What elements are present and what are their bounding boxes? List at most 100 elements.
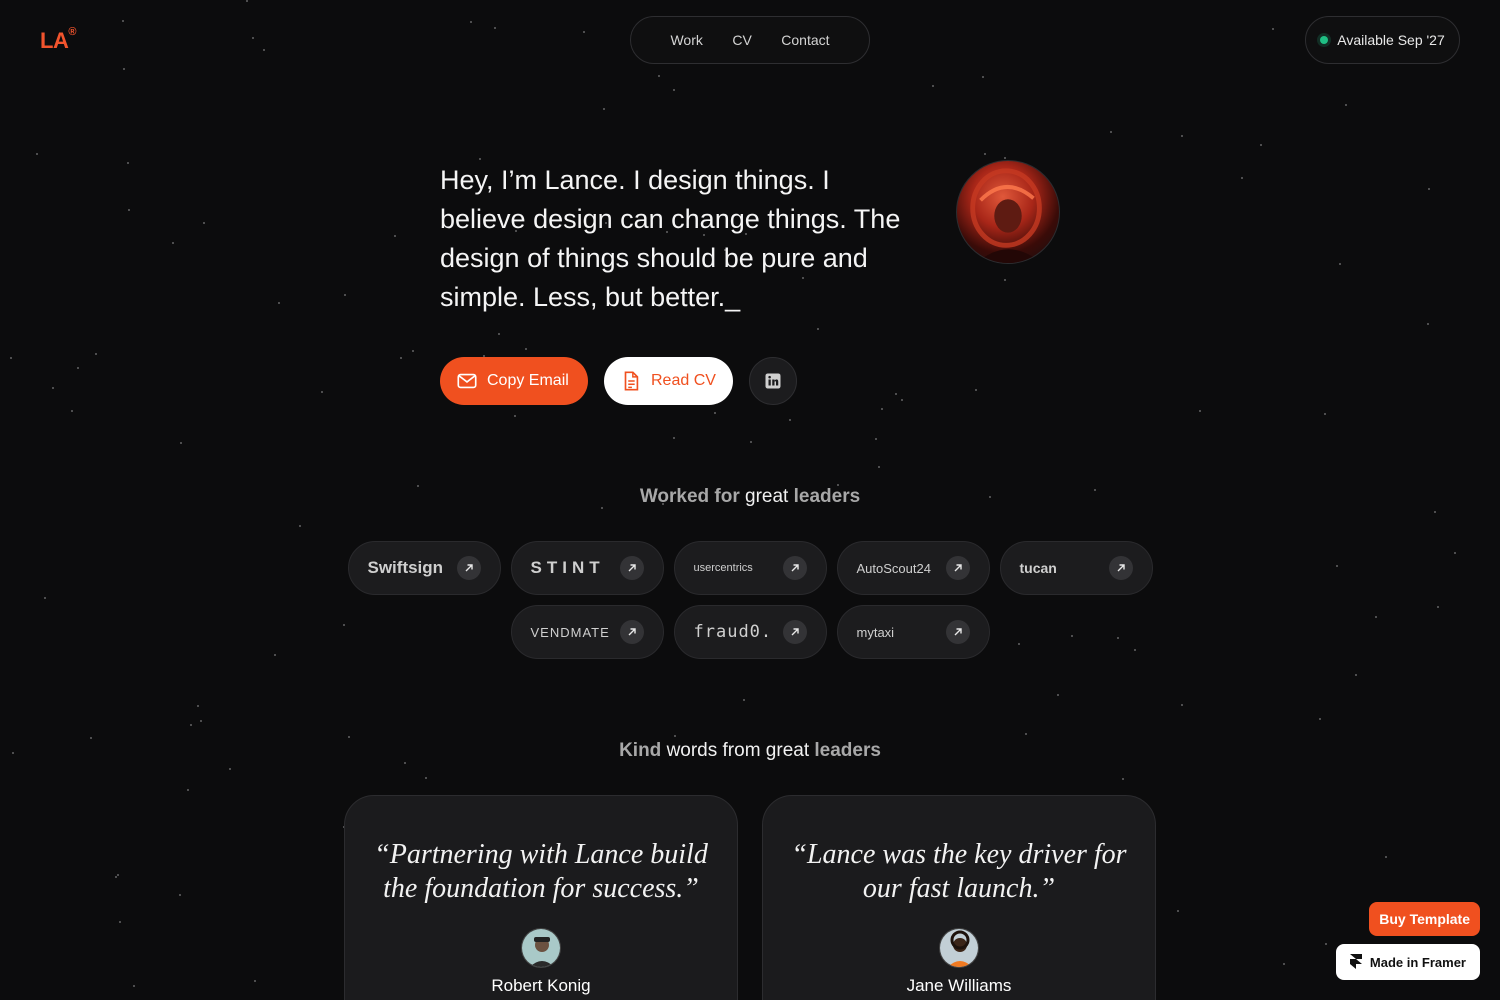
star-dot	[203, 222, 205, 224]
avatar	[521, 928, 561, 968]
star-dot	[789, 419, 791, 421]
star-dot	[229, 768, 231, 770]
status-dot-icon	[1320, 36, 1329, 44]
star-dot	[603, 108, 605, 110]
star-dot	[252, 37, 254, 39]
linkedin-button[interactable]	[749, 357, 797, 405]
site-logo[interactable]: LA®	[40, 26, 76, 54]
star-dot	[673, 89, 675, 91]
star-dot	[674, 735, 676, 737]
star-dot	[1122, 778, 1124, 780]
star-dot	[412, 350, 414, 352]
star-dot	[1004, 157, 1006, 159]
company-mytaxi[interactable]: mytaxi	[836, 605, 990, 659]
company-logos: Swiftsign STINT usercentrics AutoScout24…	[347, 541, 1153, 669]
avatar	[956, 160, 1060, 264]
company-tucan[interactable]: tucan	[999, 541, 1153, 595]
star-dot	[1345, 104, 1347, 106]
star-dot	[10, 357, 12, 359]
star-dot	[400, 357, 402, 359]
star-dot	[895, 393, 897, 395]
star-dot	[343, 624, 345, 626]
star-dot	[1339, 263, 1341, 265]
star-dot	[95, 353, 97, 355]
company-vendmate[interactable]: VENDMATE	[510, 605, 664, 659]
star-dot	[1177, 910, 1179, 912]
arrow-up-right-icon	[619, 556, 644, 580]
star-dot	[197, 705, 199, 707]
star-dot	[1181, 135, 1183, 137]
star-dot	[817, 328, 819, 330]
star-dot	[658, 75, 660, 77]
star-dot	[52, 387, 54, 389]
star-dot	[254, 980, 256, 982]
company-autoscout24[interactable]: AutoScout24	[836, 541, 990, 595]
company-usercentrics[interactable]: usercentrics	[673, 541, 827, 595]
star-dot	[881, 408, 883, 410]
star-dot	[932, 85, 934, 87]
star-dot	[180, 442, 182, 444]
nav-contact[interactable]: Contact	[781, 32, 829, 48]
arrow-up-right-icon	[945, 620, 970, 644]
star-dot	[583, 31, 585, 33]
company-swiftsign[interactable]: Swiftsign	[347, 541, 501, 595]
star-dot	[1325, 943, 1327, 945]
star-dot	[743, 699, 745, 701]
star-dot	[274, 654, 276, 656]
star-dot	[673, 437, 675, 439]
made-in-framer-badge[interactable]: Made in Framer	[1335, 944, 1480, 980]
star-dot	[119, 921, 121, 923]
star-dot	[714, 412, 716, 414]
company-fraud0[interactable]: fraud0.	[673, 605, 827, 659]
star-dot	[1355, 674, 1357, 676]
star-dot	[321, 391, 323, 393]
star-dot	[71, 410, 73, 412]
star-dot	[901, 399, 903, 401]
star-dot	[875, 438, 877, 440]
hero-actions: Copy Email Read CV	[440, 357, 797, 405]
star-dot	[1199, 410, 1201, 412]
star-dot	[878, 466, 880, 468]
star-dot	[1110, 131, 1112, 133]
star-dot	[984, 153, 986, 155]
star-dot	[90, 737, 92, 739]
star-dot	[133, 985, 135, 987]
testimonials-heading: Kind words from great leaders	[619, 740, 881, 761]
testimonial-quote: “Partnering with Lance build the foundat…	[374, 839, 708, 904]
star-dot	[299, 525, 301, 527]
star-dot	[117, 874, 119, 876]
star-dot	[394, 235, 396, 237]
buy-template-button[interactable]: Buy Template	[1369, 902, 1480, 936]
arrow-up-right-icon	[619, 620, 644, 644]
nav-cv[interactable]: CV	[732, 32, 751, 48]
star-dot	[246, 0, 248, 2]
arrow-up-right-icon	[1108, 556, 1133, 580]
arrow-up-right-icon	[945, 556, 970, 580]
mail-icon	[457, 373, 477, 389]
company-stint[interactable]: STINT	[510, 541, 664, 595]
star-dot	[172, 242, 174, 244]
star-dot	[344, 294, 346, 296]
avatar	[939, 928, 979, 968]
read-cv-button[interactable]: Read CV	[604, 357, 733, 405]
hero-intro: Hey, I’m Lance. I design things. I belie…	[440, 165, 901, 312]
star-dot	[1057, 694, 1059, 696]
star-dot	[404, 762, 406, 764]
star-dot	[975, 389, 977, 391]
star-dot	[1241, 177, 1243, 179]
star-dot	[1428, 188, 1430, 190]
star-dot	[263, 49, 265, 51]
star-dot	[115, 876, 117, 878]
testimonial-card: “Partnering with Lance build the foundat…	[344, 795, 738, 1000]
star-dot	[127, 162, 129, 164]
star-dot	[982, 76, 984, 78]
star-dot	[1434, 511, 1436, 513]
nav-work[interactable]: Work	[670, 32, 702, 48]
star-dot	[1375, 616, 1377, 618]
star-dot	[750, 441, 752, 443]
star-dot	[1385, 856, 1387, 858]
availability-text: Available Sep '27	[1337, 32, 1445, 48]
framer-icon	[1349, 954, 1362, 969]
astronaut-portrait-icon	[970, 168, 1042, 263]
copy-email-button[interactable]: Copy Email	[440, 357, 588, 405]
